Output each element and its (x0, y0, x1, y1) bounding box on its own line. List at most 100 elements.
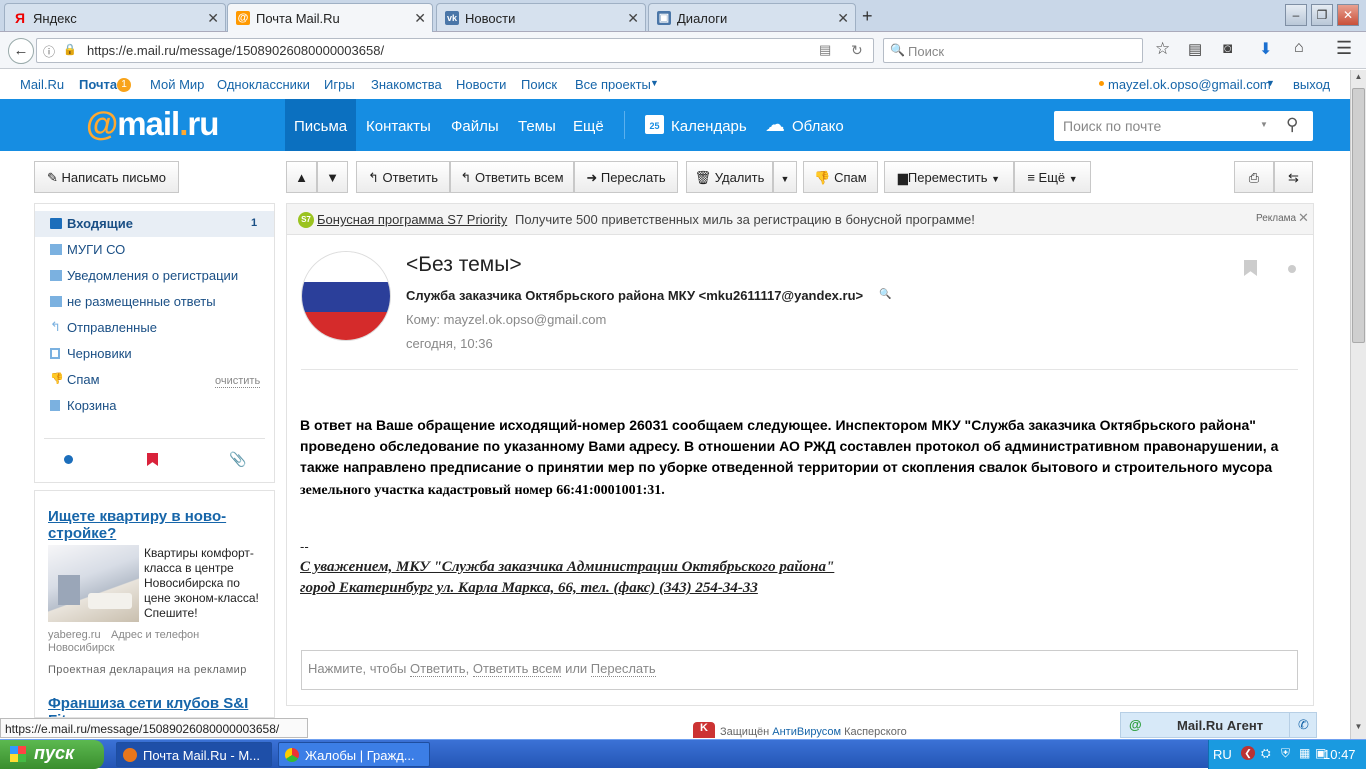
chevron-down-icon[interactable]: ▼ (1260, 120, 1268, 129)
close-icon[interactable]: ✕ (837, 10, 849, 27)
prev-message-button[interactable]: ▲ (286, 161, 317, 193)
browser-search-input[interactable]: 🔍 Поиск (883, 38, 1143, 63)
minimize-button[interactable]: – (1285, 4, 1307, 26)
new-tab-button[interactable]: + (862, 6, 873, 27)
quick-reply-all-link[interactable]: Ответить всем (472, 661, 562, 677)
scroll-down-icon[interactable]: ▼ (1352, 722, 1365, 735)
close-icon[interactable]: ✕ (414, 10, 426, 27)
link-all-projects[interactable]: Все проекты (575, 77, 651, 92)
volume-icon[interactable]: ▦ (1299, 746, 1310, 760)
antivirus-prefix: Защищён (720, 726, 770, 738)
start-button[interactable]: пуск (0, 740, 104, 769)
url-text[interactable]: https://e.mail.ru/message/15089026080000… (87, 43, 384, 58)
nav-contacts[interactable]: Контакты (366, 99, 431, 151)
envelope-icon (50, 218, 62, 229)
mail-search-input[interactable]: Поиск по почте ▼ ⚲ (1054, 111, 1313, 141)
ad-title-2[interactable]: Франшиза сети клубов S&I Fitness (48, 695, 263, 717)
quick-reply-box[interactable]: Нажмите, чтобы Ответить, Ответить всем и… (301, 650, 1298, 690)
link-news[interactable]: Новости (456, 77, 506, 92)
back-icon[interactable]: ← (8, 38, 34, 64)
tab-news[interactable]: vk Новости ✕ (436, 3, 646, 31)
reply-button[interactable]: ↰ Ответить (356, 161, 450, 193)
link-search[interactable]: Поиск (521, 77, 557, 92)
compose-button[interactable]: ✎ Написать письмо (34, 161, 179, 193)
mailru-agent-bar[interactable]: @ Mail.Ru Агент ✆ (1120, 712, 1317, 738)
link-mailru[interactable]: Mail.Ru (20, 77, 64, 92)
read-status-icon[interactable] (1288, 265, 1296, 273)
taskbar-item-mail[interactable]: Почта Mail.Ru - M... (116, 742, 272, 767)
language-indicator[interactable]: RU (1213, 747, 1232, 762)
nav-themes[interactable]: Темы (518, 99, 556, 151)
search-sender-icon[interactable]: 🔍 (879, 289, 891, 300)
nav-more[interactable]: Ещё (573, 99, 604, 151)
attachment-filter-icon[interactable]: 📎 (229, 451, 246, 468)
page-scrollbar[interactable]: ▲ ▼ (1350, 70, 1366, 739)
ad-source[interactable]: yabereg.ru (48, 629, 101, 641)
link-games[interactable]: Игры (324, 77, 355, 92)
clear-spam-link[interactable]: очистить (215, 375, 261, 388)
quick-reply-link[interactable]: Ответить (410, 661, 466, 677)
layout-toggle-button[interactable]: ⇆ (1274, 161, 1313, 193)
windows-logo-icon (10, 746, 26, 762)
nav-calendar[interactable]: Календарь (671, 99, 747, 151)
ad-image[interactable] (48, 545, 139, 622)
unread-filter-icon[interactable] (64, 455, 73, 464)
antivirus-link[interactable]: АнтиВирусом (772, 726, 841, 738)
ad-contact[interactable]: Адрес и телефон (111, 629, 199, 641)
reply-all-button[interactable]: ↰ Ответить всем (450, 161, 574, 193)
ad-title[interactable]: Ищете квартиру в ново-стройке? (48, 508, 243, 542)
info-icon[interactable]: ⓘ (43, 43, 55, 60)
phone-icon[interactable]: ✆ (1289, 713, 1317, 737)
link-mail[interactable]: Почта (79, 77, 117, 92)
folder-label: МУГИ СО (67, 242, 126, 257)
search-icon[interactable]: ⚲ (1286, 115, 1298, 135)
pocket-icon[interactable]: ◙ (1223, 40, 1232, 57)
close-window-button[interactable]: ✕ (1337, 4, 1359, 26)
address-bar[interactable]: ⓘ 🔒 https://e.mail.ru/message/1508902608… (36, 38, 874, 63)
promo-link[interactable]: Бонусная программа S7 Priority (317, 212, 507, 227)
more-actions-button[interactable]: ≡ Ещё ▼ (1014, 161, 1091, 193)
scroll-thumb[interactable] (1352, 88, 1365, 343)
user-email[interactable]: mayzel.ok.opso@gmail.com (1108, 77, 1271, 92)
nav-files[interactable]: Файлы (451, 99, 499, 151)
quick-forward-link[interactable]: Переслать (590, 661, 656, 677)
delete-button[interactable]: 🗑 Удалить (686, 161, 773, 193)
logout-link[interactable]: выход (1293, 77, 1330, 92)
move-button[interactable]: ▆Переместить ▼ (884, 161, 1014, 193)
nav-letters[interactable]: Письма (285, 99, 356, 151)
network-icon[interactable]: ⛭ (1261, 746, 1271, 761)
print-button[interactable]: ⎙ (1234, 161, 1274, 193)
forward-button[interactable]: ➜ Переслать (574, 161, 678, 193)
reload-icon[interactable]: ↻ (851, 42, 863, 59)
divider (44, 438, 265, 439)
next-message-button[interactable]: ▼ (317, 161, 348, 193)
sender-avatar[interactable] (301, 251, 391, 341)
tab-yandex[interactable]: Я Яндекс ✕ (4, 3, 226, 31)
tray-expand-icon[interactable]: ❮ (1241, 746, 1255, 760)
link-odnoklassniki[interactable]: Одноклассники (217, 77, 310, 92)
mailru-logo[interactable]: @mail.ru (86, 105, 219, 143)
link-dating[interactable]: Знакомства (371, 77, 442, 92)
close-icon[interactable]: ✕ (1298, 210, 1309, 226)
reader-view-icon[interactable]: ▤ (819, 42, 831, 58)
spam-button[interactable]: 👎 Спам (803, 161, 878, 193)
nav-cloud[interactable]: Облако (792, 99, 844, 151)
home-icon[interactable]: ⌂ (1294, 39, 1304, 57)
tab-dialogs[interactable]: ▣ Диалоги ✕ (648, 3, 856, 31)
close-icon[interactable]: ✕ (627, 10, 639, 27)
close-icon[interactable]: ✕ (207, 10, 219, 27)
taskbar-item-complaints[interactable]: Жалобы | Гражд... (278, 742, 430, 767)
delete-dropdown-button[interactable]: ▼ (773, 161, 797, 193)
bookmarks-list-icon[interactable]: ▤ (1188, 40, 1202, 58)
bookmark-star-icon[interactable]: ☆ (1155, 39, 1170, 59)
menu-icon[interactable]: ☰ (1336, 38, 1352, 59)
system-tray: RU ❮ ⛭ ⛨ ▦ ▣ 10:47 (1208, 740, 1366, 769)
tab-mailru[interactable]: @ Почта Mail.Ru ✕ (227, 3, 433, 32)
scroll-up-icon[interactable]: ▲ (1352, 72, 1365, 85)
download-icon[interactable]: ⬇ (1259, 39, 1272, 59)
link-moy-mir[interactable]: Мой Мир (150, 77, 204, 92)
clock[interactable]: 10:47 (1323, 747, 1356, 762)
maximize-button[interactable]: ❐ (1311, 4, 1333, 26)
security-icon[interactable]: ⛨ (1281, 746, 1290, 761)
message-from[interactable]: Служба заказчика Октябрьского района МКУ… (406, 288, 863, 303)
